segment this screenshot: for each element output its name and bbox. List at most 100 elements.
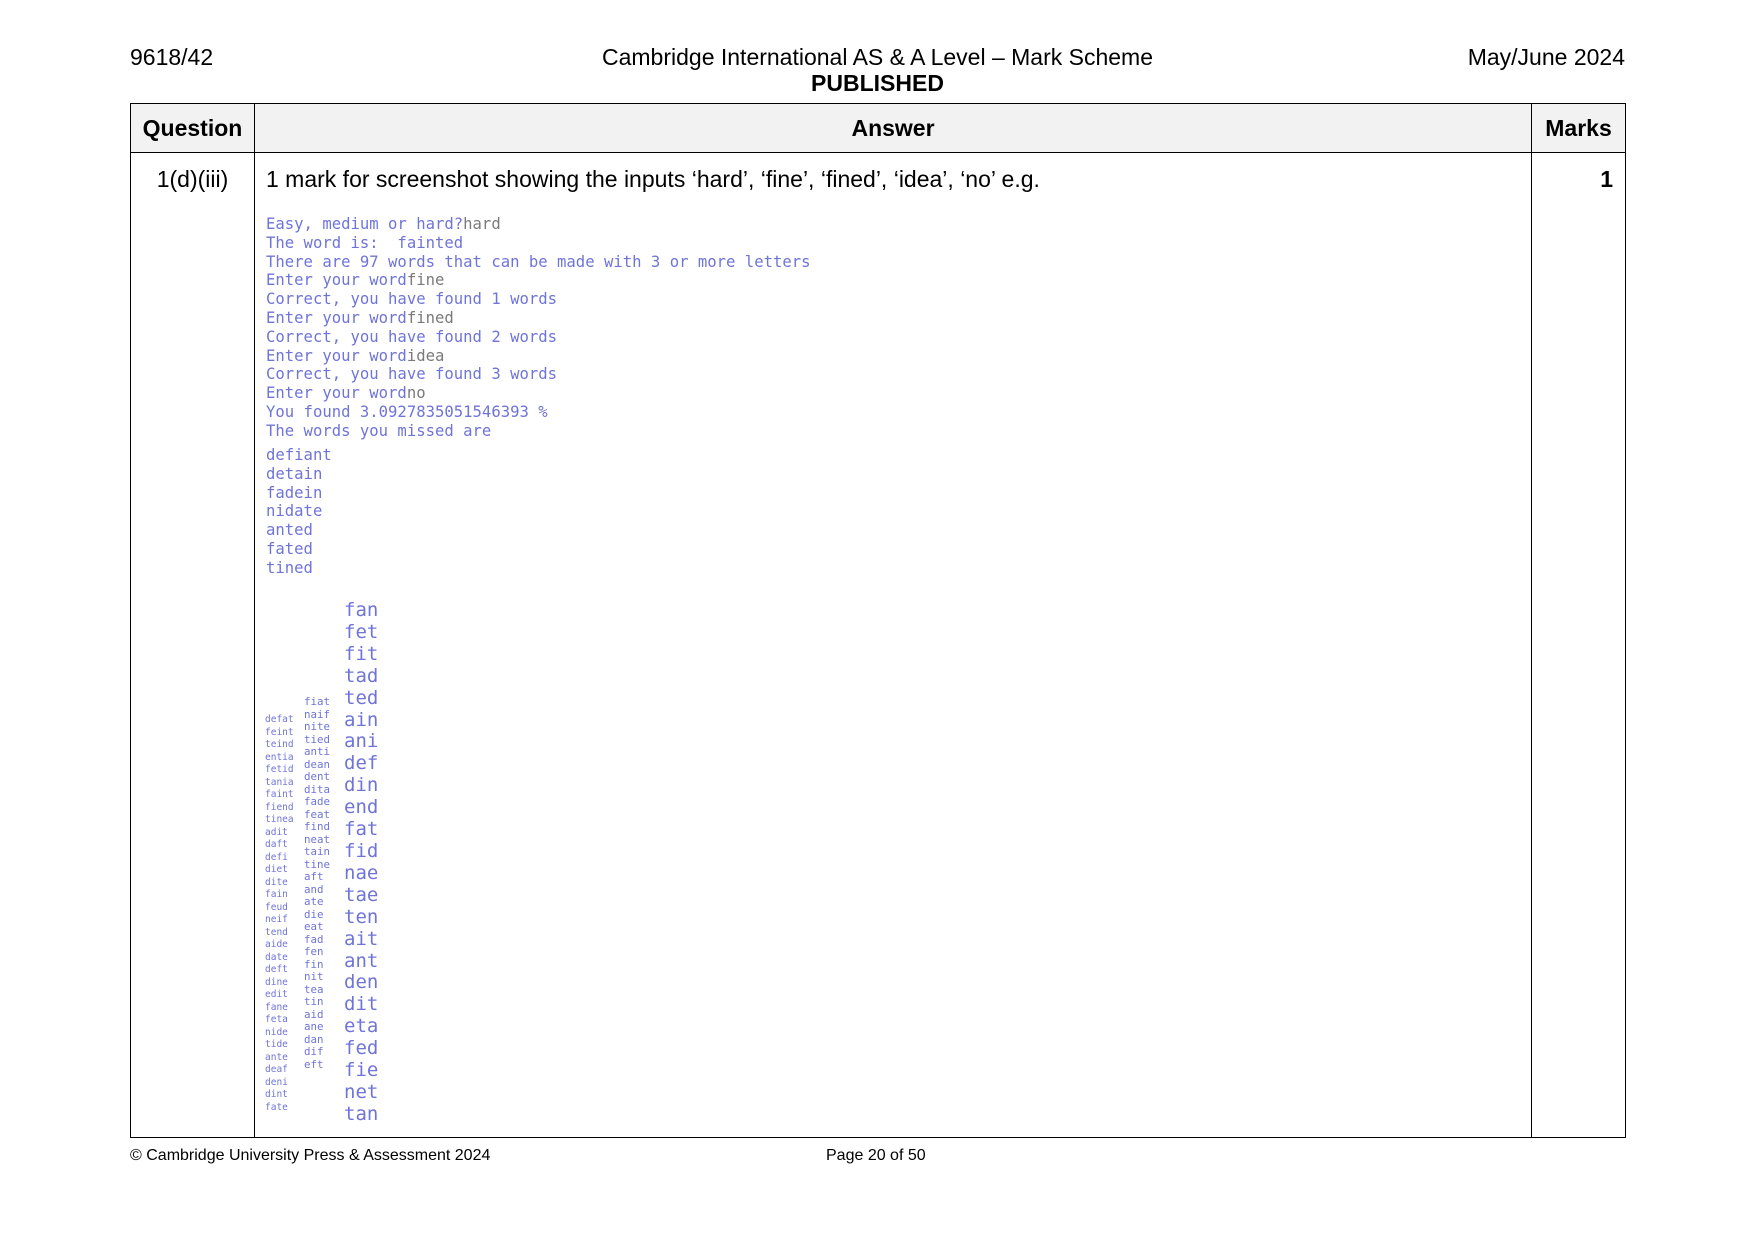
console-line: There are 97 words that can be made with… — [266, 253, 811, 272]
missed-word: fate — [265, 1101, 288, 1113]
missed-word: fated — [266, 539, 313, 558]
missed-word: daft — [265, 839, 288, 850]
missed-word: fiend — [265, 801, 294, 813]
console-prompt: Easy, medium or hard? — [266, 215, 464, 233]
missed-word: tin — [304, 995, 324, 1008]
missed-word: ane — [304, 1020, 324, 1033]
missed-word: defat — [265, 714, 294, 725]
missed-word: deft — [265, 964, 288, 975]
console-line: Correct, you have found 3 words — [266, 365, 811, 384]
missed-word: ate — [304, 895, 324, 908]
missed-word: tinea — [265, 814, 294, 825]
missed-word: fain — [265, 889, 288, 900]
answer-instruction: 1 mark for screenshot showing the inputs… — [266, 166, 1040, 192]
missed-word: fed — [344, 1037, 379, 1060]
missed-word: dite — [265, 876, 288, 888]
console-prompt: Correct, you have found 3 words — [266, 365, 558, 384]
missed-words-column-a: defat feint teind entia fetid tania faint fiend… — [265, 714, 294, 1114]
console-prompt: Enter your word — [266, 308, 407, 327]
missed-word: anti — [304, 745, 331, 758]
missed-word: eta — [344, 1015, 379, 1038]
question-column-header: Question — [130, 103, 255, 153]
missed-word: dit — [344, 993, 379, 1016]
missed-word: aide — [265, 939, 288, 950]
question-number: 1(d)(iii) — [130, 152, 255, 1138]
missed-word: aft — [304, 870, 324, 883]
console-line: You found 3.0927835051546393 % — [266, 403, 811, 422]
console-line: Enter your wordno — [266, 384, 811, 403]
missed-word: den — [344, 971, 379, 994]
missed-word: adit — [265, 826, 288, 838]
missed-word: diet — [265, 864, 288, 875]
missed-word: fen — [304, 945, 324, 958]
title-text: Cambridge International AS & A Level – M… — [601, 44, 1154, 70]
missed-word: feint — [265, 726, 294, 738]
missed-word: ani — [344, 730, 379, 753]
console-prompt: Enter your word — [266, 271, 407, 290]
missed-word: deaf — [265, 1064, 288, 1075]
missed-word: dint — [265, 1089, 288, 1100]
missed-word: fadein — [266, 483, 323, 502]
console-prompt: Enter your word — [266, 346, 407, 365]
console-line: Enter your wordfined — [266, 309, 811, 328]
missed-word: nite — [304, 720, 331, 733]
console-prompt: Enter your word — [266, 384, 407, 403]
mark-scheme-table: Question Answer Marks 1(d)(iii) 1 mark f… — [130, 103, 1626, 1138]
missed-word: ten — [344, 905, 379, 928]
missed-word: ante — [265, 1051, 288, 1063]
missed-word: end — [344, 796, 379, 819]
missed-word: tan — [344, 1102, 379, 1125]
missed-word: tae — [344, 883, 379, 906]
missed-word: nide — [265, 1026, 288, 1038]
missed-word: teind — [265, 739, 294, 750]
missed-word: defiant — [266, 446, 332, 464]
missed-word: ted — [344, 686, 379, 709]
console-user-input: hard — [463, 215, 501, 233]
missed-word: deni — [265, 1076, 288, 1088]
missed-word: fid — [344, 839, 379, 862]
missed-words-column-c: fan fet fit tad ted ain ani def din end fat fid nae t… — [344, 599, 379, 1126]
missed-word: fane — [265, 1001, 288, 1013]
missed-word: feud — [265, 901, 288, 913]
missed-word: dine — [265, 976, 288, 988]
missed-words-list: defiant detain fadein nidate anted fated tined — [266, 446, 332, 578]
console-line: Correct, you have found 2 words — [266, 328, 811, 347]
missed-word: nidate — [266, 502, 323, 521]
missed-word: tad — [344, 664, 379, 687]
missed-word: tide — [265, 1039, 288, 1050]
missed-word: dif — [304, 1045, 324, 1058]
console-line: Easy, medium or hard?hard — [266, 215, 811, 234]
table-row: 1(d)(iii) 1 mark for screenshot showing … — [130, 152, 1626, 1138]
missed-word: tined — [266, 558, 313, 577]
missed-word: date — [265, 951, 288, 963]
missed-word: ant — [344, 949, 379, 972]
console-prompt: There are 97 words that can be made with… — [266, 252, 811, 271]
missed-word: fet — [344, 620, 379, 643]
marks-column-header: Marks — [1531, 103, 1626, 153]
missed-word: faint — [265, 789, 294, 800]
missed-word: entia — [265, 751, 294, 763]
missed-word: tania — [265, 776, 294, 788]
missed-word: nae — [344, 861, 379, 884]
answer-cell: 1 mark for screenshot showing the inputs… — [254, 152, 1532, 1138]
missed-word: feta — [265, 1014, 288, 1025]
missed-word: fit — [344, 642, 379, 665]
console-prompt: You found 3.0927835051546393 % — [266, 402, 548, 421]
missed-word: defi — [265, 851, 288, 863]
missed-words-column-b: fiat naif nite tied anti dean dent dita fade feat… — [304, 695, 331, 1071]
marks-value: 1 — [1531, 152, 1626, 1138]
exam-session: May/June 2024 — [1467, 44, 1625, 70]
missed-word: dent — [304, 770, 331, 783]
console-line: Enter your wordfine — [266, 271, 811, 290]
console-line: Correct, you have found 1 words — [266, 290, 811, 309]
console-prompt: Correct, you have found 1 words — [266, 290, 558, 309]
missed-word: fie — [344, 1059, 379, 1082]
answer-column-header: Answer — [254, 103, 1532, 153]
console-line: The word is: fainted — [266, 234, 811, 253]
missed-word: edit — [265, 989, 288, 1000]
page-number: Page 20 of 50 — [826, 1147, 926, 1164]
missed-word: tend — [265, 926, 288, 938]
missed-word: din — [344, 774, 379, 797]
table-header-row: Question Answer Marks — [130, 103, 1626, 153]
console-line: Enter your wordidea — [266, 347, 811, 366]
